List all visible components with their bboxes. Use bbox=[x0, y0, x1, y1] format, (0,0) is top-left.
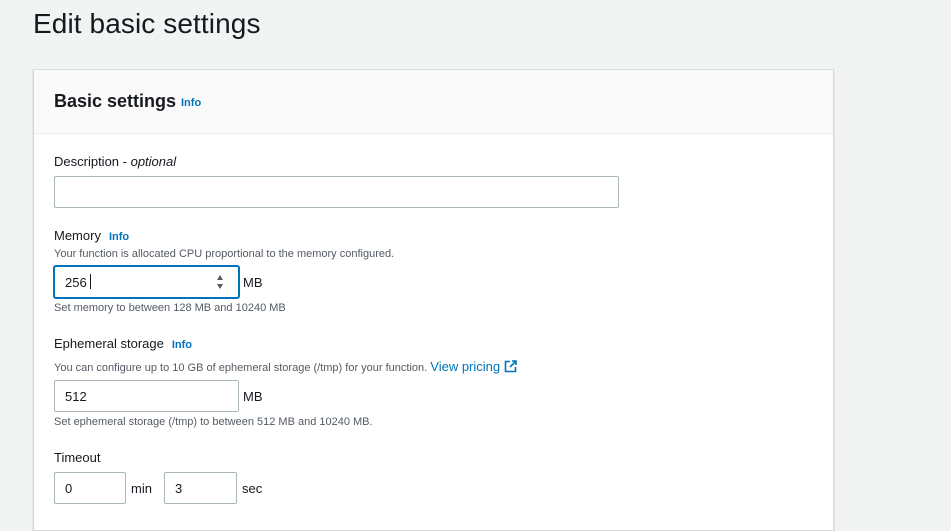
description-label-separator: - bbox=[119, 154, 131, 169]
memory-stepper[interactable] bbox=[215, 275, 225, 289]
ephemeral-storage-label: Ephemeral storage bbox=[54, 336, 164, 351]
external-link-icon[interactable] bbox=[504, 360, 517, 373]
view-pricing-link[interactable]: View pricing bbox=[430, 359, 517, 374]
description-input[interactable] bbox=[54, 176, 619, 208]
panel-title: Basic settings bbox=[54, 91, 177, 111]
ephemeral-storage-unit: MB bbox=[243, 389, 263, 404]
memory-input[interactable] bbox=[54, 266, 239, 298]
ephemeral-storage-description-row: You can configure up to 10 GB of ephemer… bbox=[54, 359, 517, 374]
description-optional-label: optional bbox=[130, 154, 177, 169]
timeout-min-unit: min bbox=[131, 481, 152, 496]
ephemeral-storage-input[interactable] bbox=[54, 380, 239, 412]
memory-label-row: Memory Info bbox=[54, 228, 129, 243]
timeout-minutes-input[interactable] bbox=[54, 472, 126, 504]
memory-info-link[interactable]: Info bbox=[109, 231, 129, 243]
panel-info-link[interactable]: Info bbox=[181, 97, 201, 109]
view-pricing-label[interactable]: View pricing bbox=[430, 359, 500, 374]
panel-header: Basic settings Info bbox=[34, 70, 833, 134]
memory-constraint: Set memory to between 128 MB and 10240 M… bbox=[54, 302, 286, 314]
timeout-seconds-input[interactable] bbox=[164, 472, 237, 504]
description-label-text: Description bbox=[54, 154, 120, 169]
memory-description: Your function is allocated CPU proportio… bbox=[54, 248, 395, 260]
memory-unit: MB bbox=[243, 275, 263, 290]
ephemeral-storage-description: You can configure up to 10 GB of ephemer… bbox=[54, 362, 428, 374]
description-label: Description - optional bbox=[54, 154, 176, 169]
text-caret bbox=[90, 274, 91, 289]
timeout-sec-unit: sec bbox=[242, 481, 263, 496]
memory-label: Memory bbox=[54, 228, 101, 243]
basic-settings-panel: Basic settings Info Description - option… bbox=[33, 69, 834, 531]
page-title: Edit basic settings bbox=[33, 8, 261, 39]
stepper-down-icon[interactable] bbox=[217, 284, 223, 289]
timeout-label: Timeout bbox=[54, 450, 101, 465]
ephemeral-storage-label-row: Ephemeral storage Info bbox=[54, 336, 192, 351]
ephemeral-storage-constraint: Set ephemeral storage (/tmp) to between … bbox=[54, 416, 373, 428]
stepper-up-icon[interactable] bbox=[217, 275, 223, 280]
ephemeral-storage-info-link[interactable]: Info bbox=[172, 339, 192, 351]
